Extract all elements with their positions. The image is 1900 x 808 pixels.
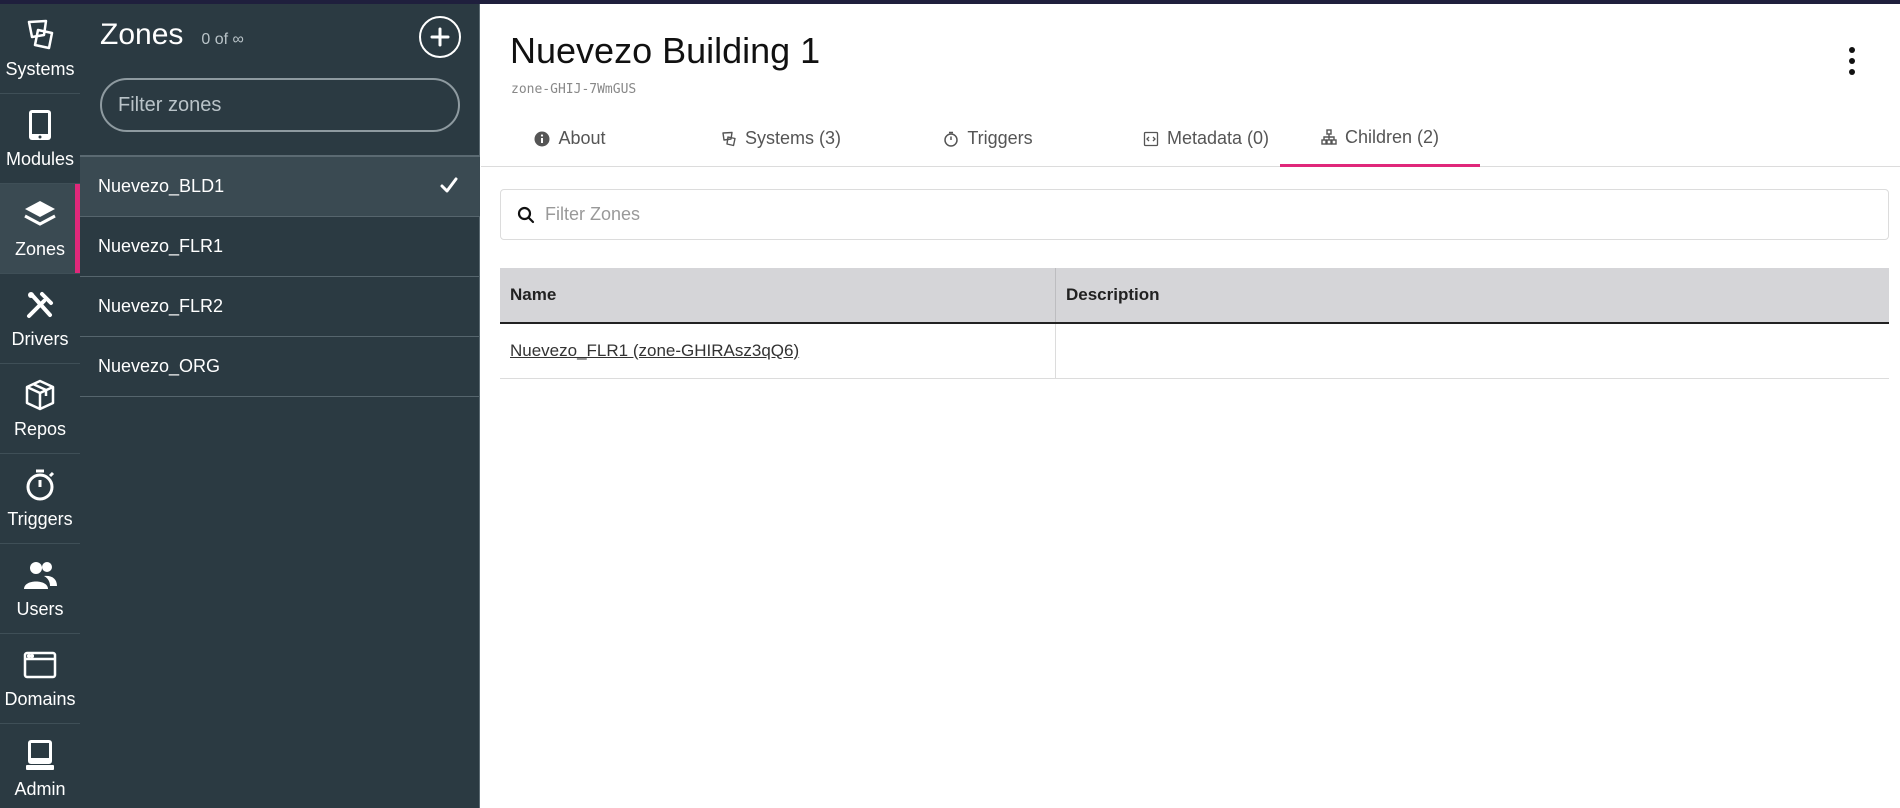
nav-item-systems[interactable]: Systems — [0, 4, 80, 94]
tab-metadata[interactable]: Metadata (0) — [1111, 110, 1301, 167]
children-table: Name Description Nuevezo_FLR1 (zone-GHIR… — [500, 268, 1889, 379]
tab-triggers[interactable]: Triggers — [918, 110, 1058, 167]
add-zone-button[interactable] — [419, 16, 461, 58]
tab-bar: About Systems (3) Triggers Metadata (0) — [481, 110, 1900, 167]
nav-item-zones[interactable]: Zones — [0, 184, 80, 274]
tab-label: Triggers — [967, 128, 1033, 148]
zone-id: zone-GHIJ-7WmGUS — [511, 82, 637, 97]
nav-item-repos[interactable]: Repos — [0, 364, 80, 454]
more-options-button[interactable] — [1840, 44, 1864, 78]
tab-label: About — [558, 128, 606, 148]
box-icon — [25, 379, 55, 411]
top-accent-bar — [0, 0, 1900, 4]
table-cell-description — [1056, 324, 1066, 378]
page-title: Nuevezo Building 1 — [510, 30, 821, 71]
nav-item-modules[interactable]: Modules — [0, 94, 80, 184]
nav-item-domains[interactable]: Domains — [0, 634, 80, 724]
zones-title: Zones — [100, 18, 184, 51]
nav-label: Drivers — [11, 329, 69, 349]
tab-label: Metadata (0) — [1166, 128, 1270, 148]
browser-window-icon — [23, 651, 57, 679]
code-icon — [1143, 131, 1159, 146]
child-zone-link[interactable]: Nuevezo_FLR1 (zone-GHIRAsz3qQ6) — [510, 341, 799, 361]
tablet-icon — [29, 110, 51, 140]
zones-panel: Zones 0 of ∞ Nuevezo_BLD1 Nuevezo_FLR1 N… — [80, 4, 480, 808]
search-icon — [517, 206, 535, 223]
column-header-name[interactable]: Name — [500, 268, 1056, 322]
check-icon — [440, 177, 458, 193]
zones-count: 0 of ∞ — [201, 31, 244, 48]
nav-label: Systems — [5, 59, 75, 79]
systems-icon — [722, 131, 736, 146]
stopwatch-icon — [26, 469, 55, 501]
stopwatch-icon — [944, 131, 959, 147]
tab-label: Systems (3) — [744, 128, 841, 148]
children-filter — [500, 189, 1889, 240]
nav-label: Zones — [14, 239, 66, 259]
table-header: Name Description — [500, 268, 1889, 324]
nav-rail: Systems Modules Zones Drivers Repos Trig… — [0, 4, 80, 808]
zone-item-label: Nuevezo_FLR1 — [98, 236, 224, 256]
zone-list-item[interactable]: Nuevezo_ORG — [80, 337, 480, 397]
kebab-menu-icon — [1849, 47, 1855, 75]
nav-item-admin[interactable]: Admin — [0, 724, 80, 808]
zone-list-item[interactable]: Nuevezo_FLR2 — [80, 277, 480, 337]
hierarchy-icon — [1321, 129, 1337, 145]
filter-children-input[interactable] — [545, 204, 1845, 225]
systems-icon — [27, 19, 54, 50]
zone-item-label: Nuevezo_FLR2 — [98, 296, 224, 316]
zone-list-item[interactable]: Nuevezo_FLR1 — [80, 217, 480, 277]
info-icon — [534, 131, 550, 146]
computer-icon — [26, 740, 54, 770]
zone-item-label: Nuevezo_ORG — [98, 356, 221, 376]
zone-list: Nuevezo_BLD1 Nuevezo_FLR1 Nuevezo_FLR2 N… — [80, 155, 480, 397]
nav-label: Triggers — [7, 509, 73, 529]
tab-children[interactable]: Children (2) — [1280, 110, 1480, 167]
zone-list-item[interactable]: Nuevezo_BLD1 — [80, 157, 480, 217]
tab-label: Children (2) — [1344, 126, 1440, 147]
zones-header: Zones 0 of ∞ — [100, 18, 244, 52]
tab-systems[interactable]: Systems (3) — [701, 110, 861, 167]
zone-item-label: Nuevezo_BLD1 — [98, 176, 225, 196]
nav-label: Modules — [5, 149, 75, 169]
nav-label: Users — [16, 599, 64, 619]
zone-detail: Nuevezo Building 1 zone-GHIJ-7WmGUS Abou… — [481, 4, 1900, 808]
column-header-description[interactable]: Description — [1056, 268, 1160, 322]
table-row: Nuevezo_FLR1 (zone-GHIRAsz3qQ6) — [500, 324, 1889, 379]
nav-label: Admin — [14, 779, 66, 799]
nav-label: Domains — [4, 689, 76, 709]
filter-zones-input[interactable] — [100, 78, 460, 132]
users-icon — [24, 562, 57, 589]
plus-icon — [430, 27, 450, 47]
tab-about[interactable]: About — [510, 110, 630, 167]
table-cell-name: Nuevezo_FLR1 (zone-GHIRAsz3qQ6) — [500, 324, 1056, 378]
nav-item-users[interactable]: Users — [0, 544, 80, 634]
nav-item-triggers[interactable]: Triggers — [0, 454, 80, 544]
nav-item-drivers[interactable]: Drivers — [0, 274, 80, 364]
layers-icon — [24, 201, 56, 226]
tools-icon — [27, 292, 53, 318]
nav-label: Repos — [13, 419, 67, 439]
